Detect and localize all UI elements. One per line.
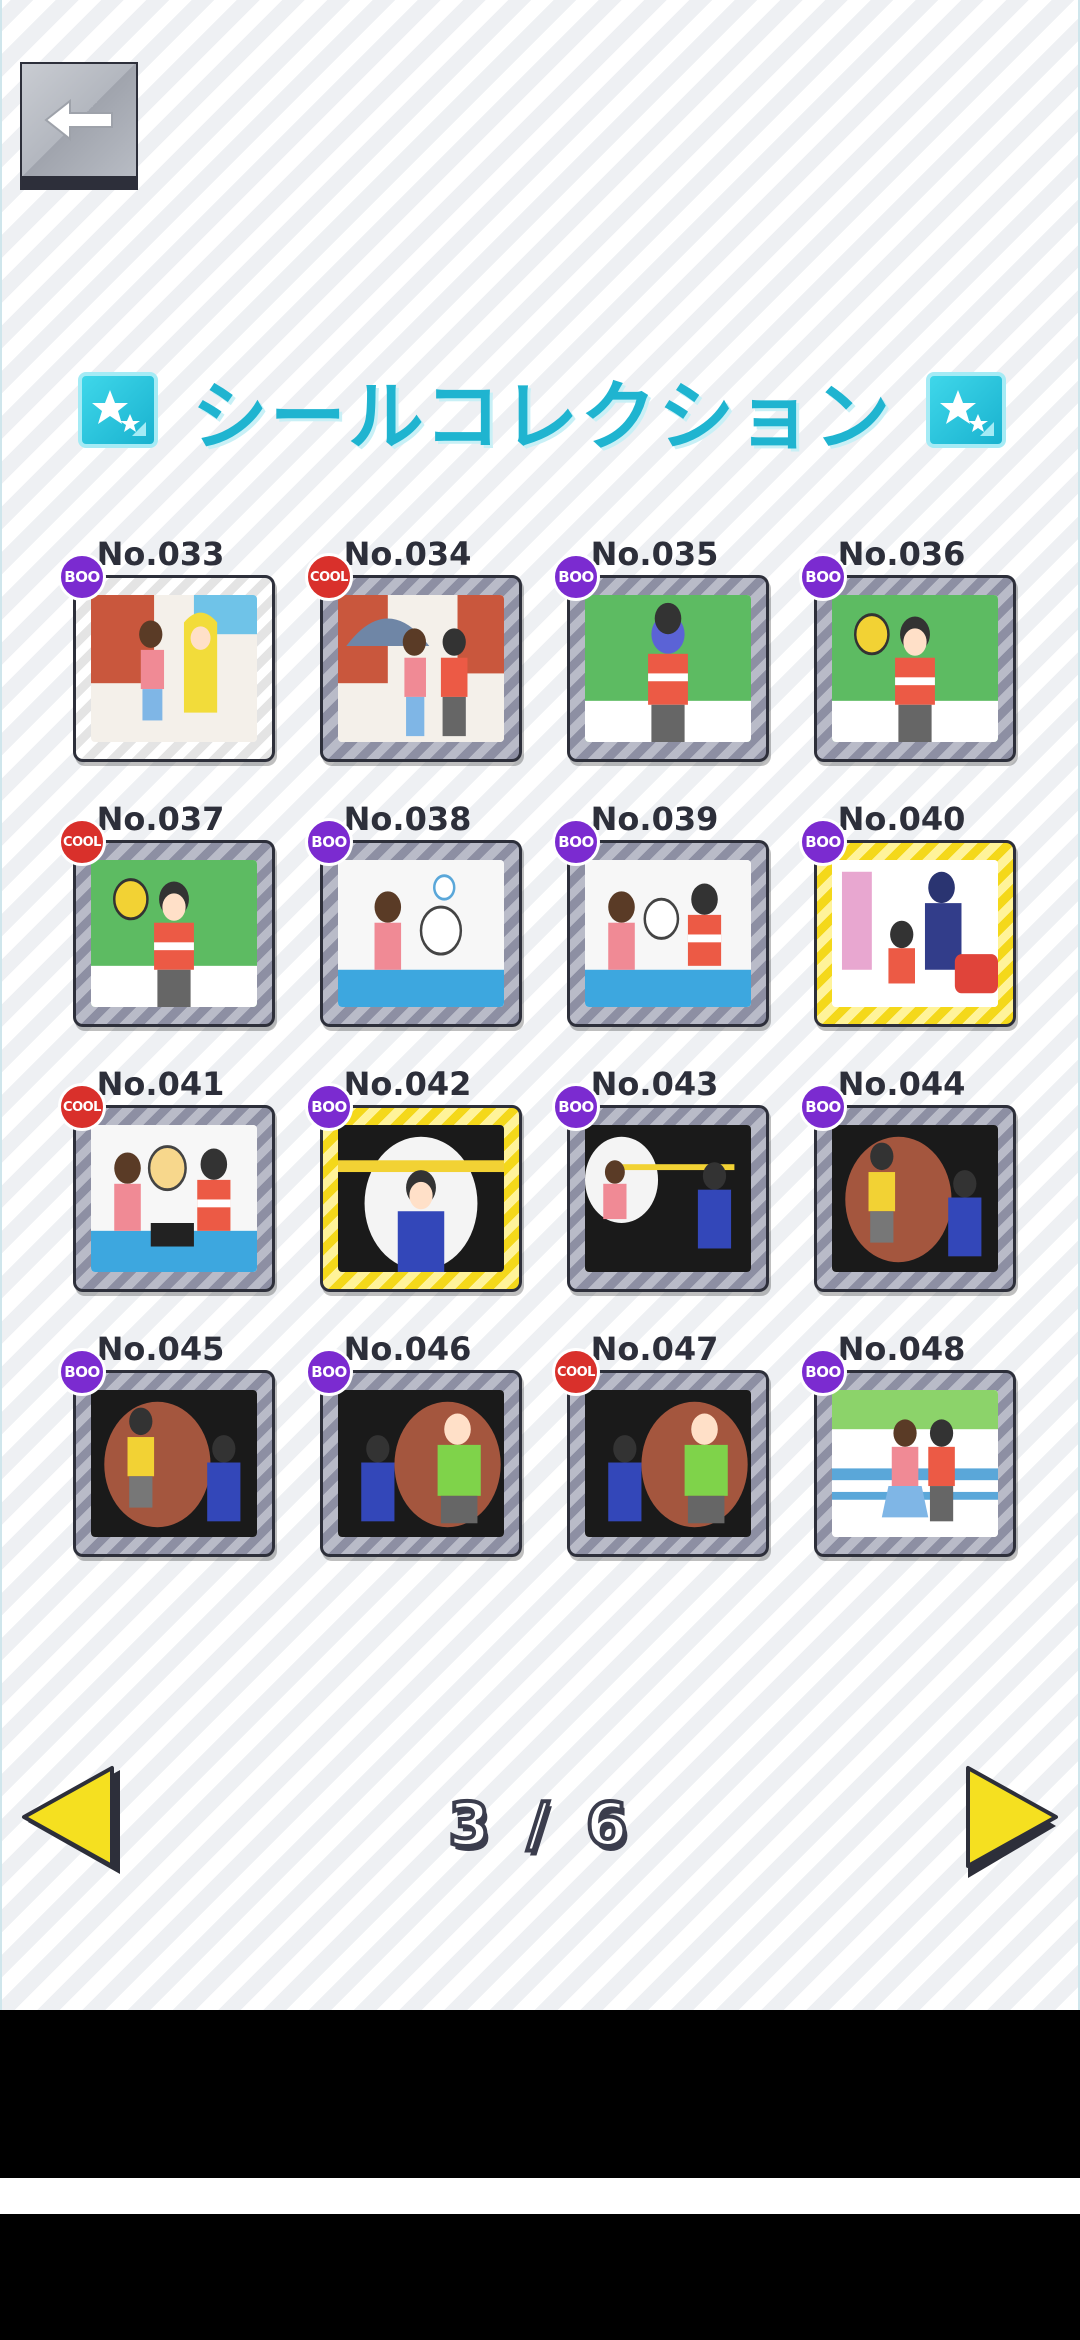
reaction-badge: BOO <box>552 818 600 866</box>
sticker-frame <box>73 1370 275 1557</box>
reaction-badge: BOO <box>799 553 847 601</box>
back-arrow-icon <box>44 98 113 142</box>
reaction-badge: BOO <box>799 1348 847 1396</box>
sticker-illustration <box>832 595 998 742</box>
sticker-frame <box>567 1370 769 1557</box>
sticker-illustration <box>91 1390 257 1537</box>
back-button[interactable] <box>20 62 138 178</box>
sticker-card[interactable]: No.038 BOO <box>305 800 522 1027</box>
sticker-illustration <box>832 1125 998 1272</box>
sticker-card[interactable]: No.034 COOL <box>305 535 522 762</box>
sticker-illustration <box>91 595 257 742</box>
reaction-badge: BOO <box>305 1348 353 1396</box>
sticker-card[interactable]: No.041 COOL <box>58 1065 275 1292</box>
system-bar-strip <box>0 2178 1080 2214</box>
sticker-frame <box>73 575 275 762</box>
sticker-illustration <box>585 1390 751 1537</box>
reaction-badge: BOO <box>58 553 106 601</box>
sticker-frame <box>567 1105 769 1292</box>
sticker-card[interactable]: No.044 BOO <box>799 1065 1016 1292</box>
sticker-frame <box>73 1105 275 1292</box>
sticker-frame <box>320 1105 522 1292</box>
sticker-illustration <box>585 1125 751 1272</box>
sticker-card[interactable]: No.043 BOO <box>552 1065 769 1292</box>
page-indicator: 3 / 6 <box>446 1788 636 1862</box>
sticker-illustration <box>338 1390 504 1537</box>
reaction-badge: COOL <box>305 553 353 601</box>
left-triangle-icon <box>22 1766 120 1874</box>
sticker-card[interactable]: No.046 BOO <box>305 1330 522 1557</box>
reaction-badge: BOO <box>799 1083 847 1131</box>
reaction-badge: COOL <box>58 818 106 866</box>
sticker-illustration <box>338 595 504 742</box>
sticker-card[interactable]: No.042 BOO <box>305 1065 522 1292</box>
sticker-frame <box>814 1105 1016 1292</box>
sticker-frame <box>567 575 769 762</box>
sticker-card[interactable]: No.036 BOO <box>799 535 1016 762</box>
sticker-card[interactable]: No.048 BOO <box>799 1330 1016 1557</box>
sticker-card[interactable]: No.037 COOL <box>58 800 275 1027</box>
reaction-badge: COOL <box>552 1348 600 1396</box>
sticker-illustration <box>585 595 751 742</box>
sticker-frame <box>320 840 522 1027</box>
sticker-illustration <box>832 1390 998 1537</box>
title-row: シールコレクション <box>2 360 1080 461</box>
sticker-collection-screen: シールコレクション No.033 BOO No.034 COOL No.035 BOO No… <box>0 0 1080 2010</box>
sticker-frame <box>567 840 769 1027</box>
right-triangle-icon <box>966 1766 1058 1878</box>
sticker-frame <box>814 1370 1016 1557</box>
sticker-frame <box>320 1370 522 1557</box>
reaction-badge: BOO <box>305 1083 353 1131</box>
next-page-button[interactable] <box>960 1762 1060 1882</box>
sticker-grid: No.033 BOO No.034 COOL No.035 BOO No.036 BOO No.… <box>58 535 1048 1557</box>
sticker-frame <box>73 840 275 1027</box>
reaction-badge: COOL <box>58 1083 106 1131</box>
sticker-star-icon <box>926 372 1007 448</box>
reaction-badge: BOO <box>799 818 847 866</box>
sticker-star-icon <box>77 372 158 448</box>
sticker-frame <box>814 575 1016 762</box>
prev-page-button[interactable] <box>20 1762 120 1882</box>
sticker-frame <box>320 575 522 762</box>
sticker-card[interactable]: No.047 COOL <box>552 1330 769 1557</box>
reaction-badge: BOO <box>305 818 353 866</box>
sticker-card[interactable]: No.039 BOO <box>552 800 769 1027</box>
sticker-illustration <box>91 860 257 1007</box>
page-title: シールコレクション <box>191 372 893 461</box>
sticker-card[interactable]: No.045 BOO <box>58 1330 275 1557</box>
reaction-badge: BOO <box>552 1083 600 1131</box>
sticker-illustration <box>91 1125 257 1272</box>
sticker-illustration <box>585 860 751 1007</box>
sticker-card[interactable]: No.040 BOO <box>799 800 1016 1027</box>
reaction-badge: BOO <box>58 1348 106 1396</box>
sticker-frame <box>814 840 1016 1027</box>
sticker-card[interactable]: No.033 BOO <box>58 535 275 762</box>
sticker-illustration <box>338 1125 504 1272</box>
sticker-card[interactable]: No.035 BOO <box>552 535 769 762</box>
reaction-badge: BOO <box>552 553 600 601</box>
sticker-illustration <box>832 860 998 1007</box>
sticker-illustration <box>338 860 504 1007</box>
